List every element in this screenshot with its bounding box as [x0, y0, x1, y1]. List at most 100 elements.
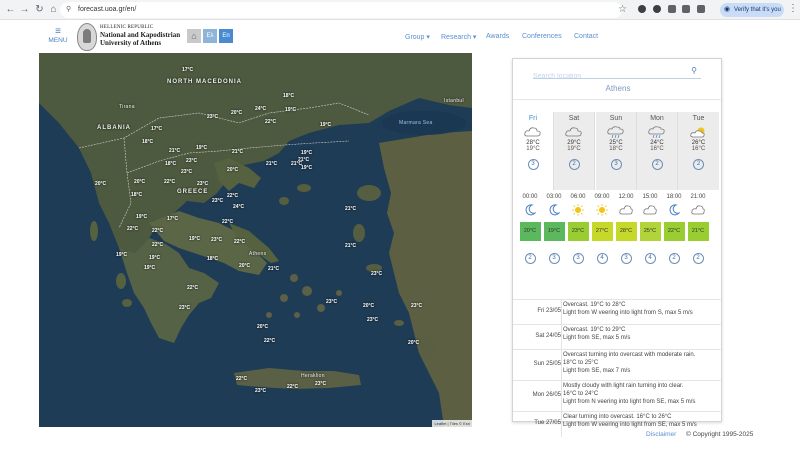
temp-label: 21°C: [268, 266, 280, 272]
temp-label: 23°C: [186, 158, 198, 164]
divider: [561, 325, 562, 350]
wind-indicator: 2: [693, 159, 704, 170]
temp-label: 18°C: [165, 161, 177, 167]
reload-icon[interactable]: ↻: [33, 3, 46, 17]
temp-label: 22°C: [222, 219, 234, 225]
temp-label: 23°C: [255, 388, 267, 394]
forecast-panel: ⚲ Athens Fri 28°C 19°C 3 Sat 29°C 19°C 2…: [512, 58, 723, 437]
nav-group[interactable]: Group ▾: [405, 33, 430, 41]
forward-icon[interactable]: →: [18, 3, 31, 17]
extension-icon[interactable]: [638, 5, 646, 13]
cloud-icon: [565, 127, 582, 137]
map-label: NORTH MACEDONIA: [167, 79, 242, 85]
temp-label: 20°C: [363, 303, 375, 309]
temp-label: 21°C: [345, 243, 357, 249]
day-tab[interactable]: Sat 29°C 19°C 2: [554, 112, 595, 190]
temp-label: 20°C: [239, 263, 251, 269]
university-emblem-logo[interactable]: [77, 23, 97, 51]
search-icon[interactable]: ⚲: [691, 66, 697, 75]
hour-temp: 22°C: [663, 222, 685, 241]
temp-label: 23°C: [181, 169, 193, 175]
extension-icon[interactable]: [682, 5, 690, 13]
temp-label: 20°C: [408, 340, 420, 346]
wind-indicator: 3: [610, 159, 622, 170]
day-tab[interactable]: Fri 28°C 19°C 3: [513, 112, 554, 190]
temp-label: 19°C: [285, 107, 297, 113]
day-tab[interactable]: Mon 24°C 16°C 2: [637, 112, 678, 190]
site-info-icon[interactable]: ⚲: [66, 2, 71, 18]
map-label: Heraklion: [301, 373, 325, 379]
temp-label: 21°C: [266, 161, 278, 167]
university-logo-text[interactable]: HELLENIC REPUBLIC National and Kapodistr…: [100, 25, 180, 47]
back-icon[interactable]: ←: [4, 3, 17, 17]
temp-label: 22°C: [152, 242, 164, 248]
sun-icon: [572, 204, 584, 216]
temp-label: 22°C: [227, 193, 239, 199]
hourly-forecast: 00:00 20°C 2: [518, 194, 542, 264]
nav-conferences[interactable]: Conferences: [522, 33, 562, 40]
nav-research[interactable]: Research ▾: [441, 33, 476, 41]
lang-english-button[interactable]: En: [219, 29, 233, 43]
temp-label: 23°C: [315, 381, 327, 387]
lang-greek-button[interactable]: Ελ: [203, 29, 217, 43]
menu-button[interactable]: ≡ MENU: [46, 27, 70, 46]
location-search: ⚲: [533, 65, 701, 80]
nav-contact[interactable]: Contact: [574, 33, 598, 40]
temp-label: 19°C: [301, 150, 313, 156]
day-tab[interactable]: Tue 26°C 16°C 2: [678, 112, 719, 190]
hourly-forecast: 06:00 23°C 3: [566, 194, 590, 264]
location-name: Athens: [605, 84, 631, 93]
copyright-text: © Copyright 1995-2025: [686, 431, 754, 438]
search-input[interactable]: [533, 73, 683, 80]
extension-icon[interactable]: [653, 5, 661, 13]
hour-temp: 20°C: [519, 222, 541, 241]
cloud-rain-icon: [648, 126, 665, 138]
temp-label: 24°C: [255, 106, 267, 112]
temp-label: 22°C: [127, 226, 139, 232]
map-label: Marmara Sea: [399, 120, 433, 126]
map-label: ALBANIA: [97, 125, 131, 131]
extensions-puzzle-icon[interactable]: [697, 5, 705, 13]
temp-label: 21°C: [291, 161, 303, 167]
extension-icon[interactable]: [668, 5, 676, 13]
temp-label: 20°C: [134, 179, 146, 185]
map-attribution[interactable]: Leaflet | Tiles © Esri: [432, 420, 472, 427]
temp-label: 22°C: [187, 285, 199, 291]
day-tab[interactable]: Sun 25°C 18°C 3: [596, 112, 637, 190]
divider: [561, 300, 562, 325]
nav-awards[interactable]: Awards: [486, 33, 509, 40]
temp-label: 17°C: [151, 126, 163, 132]
temp-label: 18°C: [142, 139, 154, 145]
hourly-forecast: 12:00 28°C 3: [614, 194, 638, 264]
verify-button[interactable]: ◉ Verify that it's you: [720, 3, 784, 17]
hour-temp: 25°C: [639, 222, 661, 241]
wind-indicator: 3: [527, 159, 539, 170]
temp-label: 19°C: [136, 214, 148, 220]
wind-indicator: 2: [524, 253, 536, 264]
map-label: Istanbul: [444, 98, 464, 104]
table-row: Sun 25/05 Overcast turning into overcast…: [513, 349, 723, 381]
temp-label: 23°C: [207, 114, 219, 120]
temp-label: 23°C: [371, 271, 383, 277]
hourly-forecast: 03:00 19°C 3: [542, 194, 566, 264]
address-bar[interactable]: ⚲ forecast.uoa.gr/en/: [60, 2, 622, 18]
temp-label: 22°C: [287, 384, 299, 390]
map-label: Athens: [249, 251, 267, 257]
bookmark-star-icon[interactable]: ☆: [616, 3, 629, 17]
disclaimer-link[interactable]: Disclaimer: [646, 431, 676, 438]
temp-label: 20°C: [257, 324, 269, 330]
more-menu-icon[interactable]: ⋮: [788, 3, 798, 14]
hourly-forecast: 18:00 22°C 2: [662, 194, 686, 264]
temp-label: 19°C: [196, 145, 208, 151]
home-button[interactable]: ⌂: [187, 29, 201, 43]
temp-label: 17°C: [167, 216, 179, 222]
wind-indicator: 2: [568, 159, 580, 170]
weather-map[interactable]: NORTH MACEDONIA ALBANIA GREECE Istanbul …: [39, 53, 472, 427]
home-icon[interactable]: ⌂: [47, 3, 60, 17]
temp-label: 19°C: [144, 265, 156, 271]
wind-indicator: 4: [596, 253, 608, 264]
hour-temp: 28°C: [615, 222, 637, 241]
temp-label: 21°C: [232, 149, 244, 155]
wind-indicator: 2: [692, 253, 704, 264]
moon-icon: [549, 204, 560, 216]
